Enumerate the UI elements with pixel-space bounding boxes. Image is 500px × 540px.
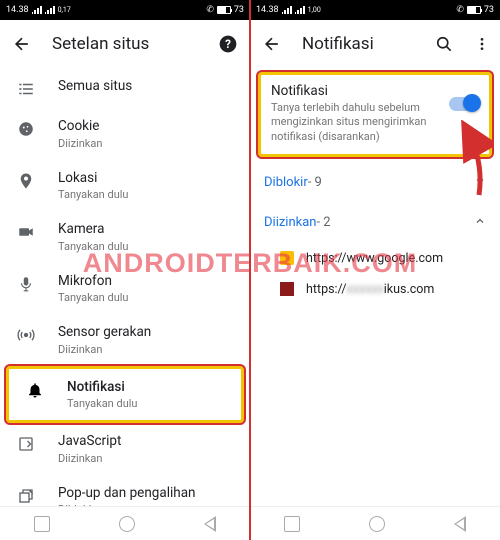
row-label: Semua situs: [58, 78, 236, 96]
battery-icon: [467, 6, 481, 14]
signal-icon: [282, 6, 292, 14]
status-net: 1,00: [308, 6, 321, 14]
chevron-up-icon: [474, 215, 486, 231]
nav-back[interactable]: [204, 516, 216, 532]
row-camera[interactable]: KameraTanyakan dulu: [0, 211, 250, 263]
vibrate-icon: ✆: [456, 5, 464, 15]
signal-icon: [32, 6, 42, 14]
row-sub: Diizinkan: [58, 343, 236, 356]
row-sub: Tanyakan dulu: [58, 240, 236, 253]
status-batt: 73: [234, 5, 244, 15]
section-count: - 9: [308, 175, 322, 190]
screen-divider: [249, 0, 251, 540]
location-icon: [16, 170, 36, 190]
row-label: JavaScript: [58, 433, 236, 451]
status-batt: 73: [484, 5, 494, 15]
row-sub: Tanyakan dulu: [58, 291, 236, 304]
status-bar: 14.38 0,17 ✆ 73: [0, 0, 250, 20]
camera-icon: [16, 221, 36, 241]
app-bar: Notifikasi: [250, 20, 500, 68]
battery-icon: [217, 6, 231, 14]
card-desc: Tanya terlebih dahulu sebelum mengizinka…: [271, 101, 479, 144]
nav-back[interactable]: [454, 516, 466, 532]
signal-icon: [45, 6, 55, 14]
row-motion-sensor[interactable]: Sensor gerakanDiizinkan: [0, 314, 250, 366]
list-icon: [16, 78, 36, 98]
sensor-icon: [16, 324, 36, 344]
mic-icon: [16, 273, 36, 293]
section-label: Diizinkan: [264, 215, 316, 230]
search-button[interactable]: [432, 32, 456, 56]
site-url: https://xxxxxxikus.com: [306, 282, 434, 297]
row-all-sites[interactable]: Semua situs: [0, 68, 250, 108]
row-label: Cookie: [58, 118, 236, 136]
more-button[interactable]: [474, 32, 490, 56]
nav-recent[interactable]: [34, 516, 50, 532]
row-cookie[interactable]: CookieDiizinkan: [0, 108, 250, 160]
nav-home[interactable]: [369, 516, 385, 532]
allowed-section[interactable]: Diizinkan - 2: [250, 203, 500, 243]
back-button[interactable]: [260, 32, 284, 56]
row-label: Pop-up dan pengalihan: [58, 485, 236, 503]
status-net: 0,17: [58, 6, 71, 14]
app-bar: Setelan situs ?: [0, 20, 250, 68]
url-part: ikus.com: [384, 282, 435, 297]
status-bar: 14.38 1,00 ✆ 73: [250, 0, 500, 20]
row-sub: Diizinkan: [58, 137, 236, 150]
section-label: Diblokir: [264, 175, 308, 190]
card-heading: Notifikasi: [271, 83, 479, 99]
screen-site-settings: 14.38 0,17 ✆ 73 Setelan situs ? Semua si…: [0, 0, 250, 540]
status-time: 14.38: [256, 5, 279, 15]
back-button[interactable]: [10, 32, 34, 56]
notification-toggle[interactable]: [449, 97, 479, 111]
notification-toggle-card: Notifikasi Tanya terlebih dahulu sebelum…: [258, 72, 492, 157]
row-label: Mikrofon: [58, 273, 236, 291]
row-sub: Tanyakan dulu: [58, 188, 236, 201]
chevron-down-icon: [474, 175, 486, 191]
bell-icon: [25, 379, 45, 399]
site-row[interactable]: https://www.google.com: [250, 243, 500, 274]
row-label: Sensor gerakan: [58, 324, 236, 342]
js-icon: [16, 433, 36, 453]
row-sub: Tanyakan dulu: [67, 397, 227, 410]
site-row[interactable]: https://xxxxxxikus.com: [250, 274, 500, 305]
popup-icon: [16, 485, 36, 505]
vibrate-icon: ✆: [206, 5, 214, 15]
row-label: Notifikasi: [67, 379, 227, 397]
row-label: Lokasi: [58, 170, 236, 188]
url-part: https://: [306, 282, 347, 297]
page-title: Setelan situs: [52, 34, 198, 54]
row-javascript[interactable]: JavaScriptDiizinkan: [0, 423, 250, 475]
url-hidden: xxxxxx: [347, 282, 384, 297]
status-time: 14.38: [6, 5, 29, 15]
signal-icon: [295, 6, 305, 14]
favicon-google: [280, 251, 294, 265]
nav-recent[interactable]: [284, 516, 300, 532]
nav-bar: [250, 506, 500, 540]
row-microphone[interactable]: MikrofonTanyakan dulu: [0, 263, 250, 315]
row-location[interactable]: LokasiTanyakan dulu: [0, 160, 250, 212]
help-button[interactable]: ?: [216, 32, 240, 56]
row-sub: Diizinkan: [58, 452, 236, 465]
blocked-section[interactable]: Diblokir - 9: [250, 163, 500, 203]
screen-notifications: 14.38 1,00 ✆ 73 Notifikasi: [250, 0, 500, 540]
cookie-icon: [16, 118, 36, 138]
nav-home[interactable]: [119, 516, 135, 532]
page-title: Notifikasi: [302, 34, 414, 54]
nav-bar: [0, 506, 250, 540]
svg-text:?: ?: [225, 37, 231, 51]
favicon-site: [280, 282, 294, 296]
row-notifications[interactable]: NotifikasiTanyakan dulu: [6, 366, 244, 424]
row-label: Kamera: [58, 221, 236, 239]
site-url: https://www.google.com: [306, 251, 443, 266]
section-count: - 2: [316, 215, 330, 230]
